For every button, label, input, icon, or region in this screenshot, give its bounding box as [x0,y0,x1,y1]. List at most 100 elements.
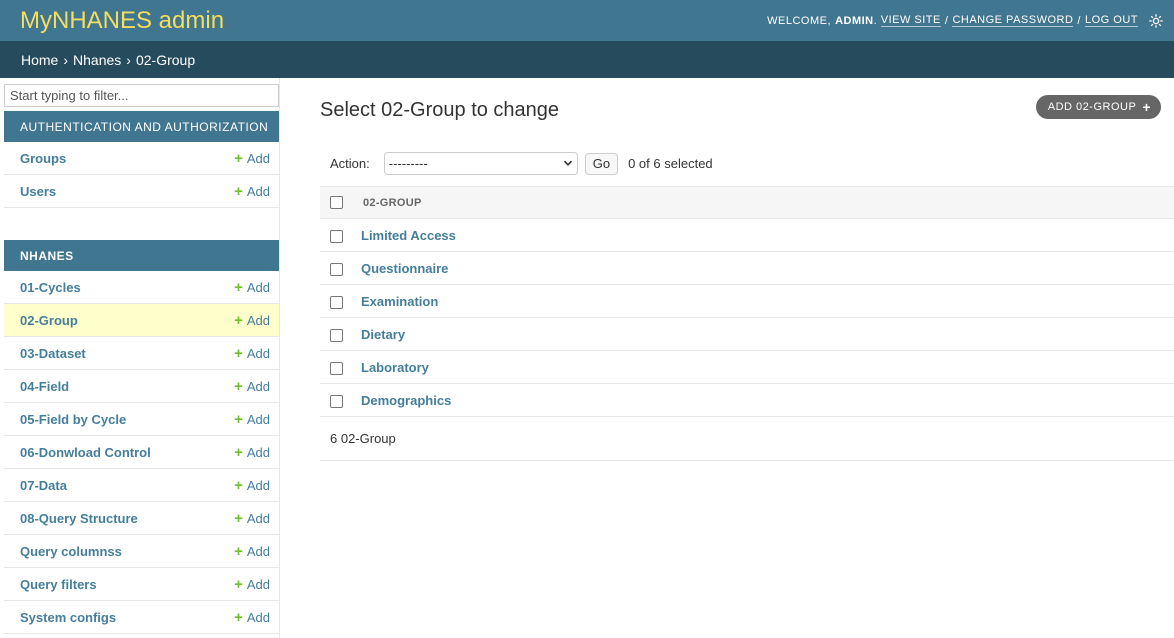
nav-filter-input[interactable] [4,84,279,107]
plus-icon: + [234,509,243,527]
add-data-button[interactable]: + Add [234,478,270,493]
module-caption-nhanes[interactable]: NHANES [4,240,279,271]
model-link-field-by-cycle[interactable]: 05-Field by Cycle [20,412,126,427]
plus-icon: + [234,182,243,200]
row-link[interactable]: Examination [352,294,438,309]
row-link[interactable]: Limited Access [352,228,456,243]
plus-icon: + [234,575,243,593]
model-link-users[interactable]: Users [20,184,56,199]
paginator: 6 02-Group [320,417,1174,461]
add-02-group-button[interactable]: Add 02-Group + [1035,95,1161,119]
row-checkbox[interactable] [330,295,343,309]
action-select[interactable]: --------- [383,152,578,175]
add-field-by-cycle-button[interactable]: + Add [234,412,270,427]
sidebar-item-download-control: 06-Donwload Control + Add [4,436,279,469]
table-row: Limited Access [320,218,1174,252]
model-link-system-configs[interactable]: System configs [20,610,116,625]
nav-sidebar: Authentication and Authorization Groups … [4,78,280,638]
module-nhanes: NHANES 01-Cycles + Add 02-Group + Add 03-D… [4,240,279,634]
column-header-02-group[interactable]: 02-Group [352,197,422,209]
row-checkbox[interactable] [330,262,343,276]
plus-icon: + [234,542,243,560]
table-header-row: 02-Group [320,186,1174,219]
site-branding[interactable]: MyNHANES admin [20,7,224,35]
row-checkbox[interactable] [330,361,343,375]
plus-icon: + [234,443,243,461]
breadcrumb: Home › Nhanes › 02-Group [0,41,1174,78]
model-link-query-filters[interactable]: Query filters [20,577,97,592]
selected-count: 0 of 6 selected [628,156,713,171]
sun-icon[interactable] [1148,13,1164,29]
plus-icon: + [234,149,243,167]
module-auth: Authentication and Authorization Groups … [4,111,279,208]
table-row: Examination [320,284,1174,318]
row-checkbox[interactable] [330,328,343,342]
breadcrumb-app[interactable]: Nhanes [73,52,121,68]
breadcrumb-separator: › [126,51,131,68]
table-row: Dietary [320,317,1174,351]
model-link-cycles[interactable]: 01-Cycles [20,280,81,295]
sidebar-item-query-columns: Query columnss + Add [4,535,279,568]
plus-icon: + [234,476,243,494]
sidebar-item-groups: Groups + Add [4,142,279,175]
plus-icon: + [234,410,243,428]
add-dataset-button[interactable]: + Add [234,346,270,361]
welcome-text: Welcome, [767,14,832,27]
plus-icon: + [234,311,243,329]
plus-icon: + [1142,99,1151,115]
go-button[interactable]: Go [584,152,619,175]
add-system-configs-button[interactable]: + Add [234,610,270,625]
log-out-link[interactable]: Log out [1084,14,1138,27]
table-row: Laboratory [320,350,1174,384]
actions-bar: Action: --------- Go 0 of 6 selected [330,152,713,175]
page-title: Select 02-Group to change [320,99,560,121]
model-link-groups[interactable]: Groups [20,151,66,166]
sidebar-item-group: 02-Group + Add [4,304,279,337]
add-users-button[interactable]: + Add [234,184,270,199]
model-link-download-control[interactable]: 06-Donwload Control [20,445,151,460]
plus-icon: + [234,377,243,395]
model-link-field[interactable]: 04-Field [20,379,69,394]
result-list-table: 02-Group Limited Access Questionnaire Ex… [320,186,1174,417]
add-query-structure-button[interactable]: + Add [234,511,270,526]
add-group-button[interactable]: + Add [234,313,270,328]
model-link-group[interactable]: 02-Group [20,313,78,328]
sidebar-item-query-filters: Query filters + Add [4,568,279,601]
model-link-query-columns[interactable]: Query columnss [20,544,122,559]
select-all-checkbox[interactable] [330,196,343,209]
row-link[interactable]: Questionnaire [352,261,448,276]
add-download-control-button[interactable]: + Add [234,445,270,460]
row-link[interactable]: Dietary [352,327,405,342]
header: MyNHANES admin Welcome, admin. View site… [0,0,1174,41]
add-query-columns-button[interactable]: + Add [234,544,270,559]
change-password-link[interactable]: Change password [952,14,1074,27]
row-link[interactable]: Demographics [352,393,451,408]
add-field-button[interactable]: + Add [234,379,270,394]
table-row: Demographics [320,383,1174,417]
model-link-dataset[interactable]: 03-Dataset [20,346,86,361]
sidebar-item-field: 04-Field + Add [4,370,279,403]
row-checkbox[interactable] [330,394,343,408]
add-cycles-button[interactable]: + Add [234,280,270,295]
sidebar-item-query-structure: 08-Query Structure + Add [4,502,279,535]
add-groups-button[interactable]: + Add [234,151,270,166]
breadcrumb-home[interactable]: Home [21,52,58,68]
sidebar-item-users: Users + Add [4,175,279,208]
action-label: Action: [330,156,370,171]
sidebar-item-system-configs: System configs + Add [4,601,279,634]
add-query-filters-button[interactable]: + Add [234,577,270,592]
plus-icon: + [234,344,243,362]
row-link[interactable]: Laboratory [352,360,429,375]
model-link-data[interactable]: 07-Data [20,478,67,493]
sidebar-item-field-by-cycle: 05-Field by Cycle + Add [4,403,279,436]
sidebar-item-cycles: 01-Cycles + Add [4,271,279,304]
user-tools: Welcome, admin. View site / Change passw… [767,13,1164,29]
model-link-query-structure[interactable]: 08-Query Structure [20,511,138,526]
breadcrumb-separator: › [63,51,69,68]
view-site-link[interactable]: View site [880,14,941,27]
chevron-down-icon [563,156,573,171]
module-caption-auth[interactable]: Authentication and Authorization [4,111,279,142]
sidebar-item-dataset: 03-Dataset + Add [4,337,279,370]
username: admin [835,14,874,27]
row-checkbox[interactable] [330,229,343,243]
